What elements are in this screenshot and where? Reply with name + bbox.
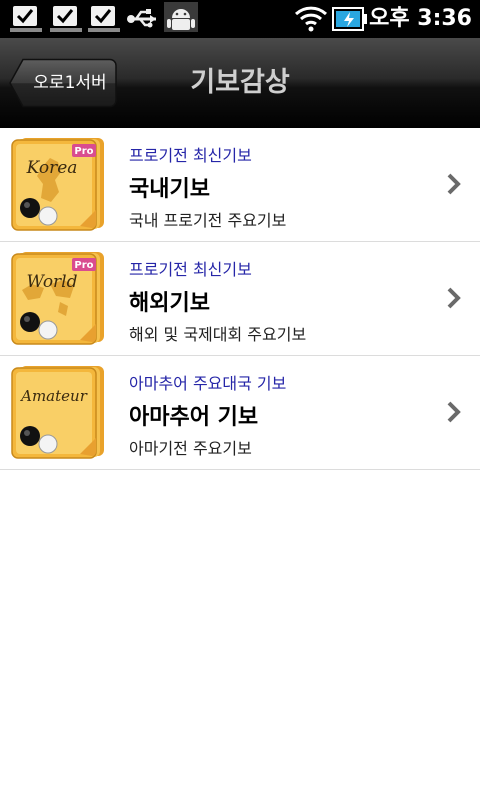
back-button[interactable]: 오로1서버 [9, 58, 117, 108]
status-time: 오후 3:36 [369, 6, 472, 31]
android-debug-icon [164, 2, 198, 32]
title-bar: 오로1서버 기보감상 [0, 38, 480, 128]
list-item-title: 국내기보 [129, 177, 210, 202]
chevron-right-icon [447, 401, 461, 423]
chevron-right-icon [447, 287, 461, 309]
list-item-title: 아마추어 기보 [129, 405, 259, 430]
game-record-list: Pro Korea 프로기전 최신기보 국내기보 국내 프로기전 주요기보 Pr… [0, 128, 480, 470]
list-item-subtitle: 프로기전 최신기보 [129, 260, 252, 279]
status-bar: 오후 3:36 [0, 0, 480, 38]
list-item-title: 해외기보 [129, 291, 210, 316]
list-item-subtitle: 프로기전 최신기보 [129, 146, 252, 165]
checkbox-notification-icon [50, 6, 82, 32]
chevron-right-icon [447, 173, 461, 195]
page-title: 기보감상 [190, 67, 290, 98]
icon-label: World [27, 272, 78, 292]
list-item-korea[interactable]: Pro Korea 프로기전 최신기보 국내기보 국내 프로기전 주요기보 [0, 128, 480, 242]
icon-label: Amateur [19, 387, 88, 405]
korea-book-icon: Pro Korea [11, 138, 104, 231]
icon-label: Korea [26, 158, 78, 178]
back-button-label: 오로1서버 [33, 73, 107, 93]
list-item-description: 국내 프로기전 주요기보 [129, 211, 287, 230]
checkbox-notification-icon [88, 6, 120, 32]
list-item-amateur[interactable]: Amateur 아마추어 주요대국 기보 아마추어 기보 아마기전 주요기보 [0, 356, 480, 470]
list-item-subtitle: 아마추어 주요대국 기보 [129, 374, 287, 393]
amateur-book-icon: Amateur [11, 366, 104, 459]
world-book-icon: Pro World [11, 252, 104, 345]
pro-badge: Pro [74, 260, 93, 271]
pro-badge: Pro [74, 146, 93, 157]
wifi-icon [294, 6, 328, 32]
list-item-description: 해외 및 국제대회 주요기보 [129, 325, 307, 344]
list-item-description: 아마기전 주요기보 [129, 439, 252, 458]
checkbox-notification-icon [10, 6, 42, 32]
list-item-world[interactable]: Pro World 프로기전 최신기보 해외기보 해외 및 국제대회 주요기보 [0, 242, 480, 356]
usb-icon [127, 9, 156, 28]
battery-charging-icon [332, 7, 367, 31]
